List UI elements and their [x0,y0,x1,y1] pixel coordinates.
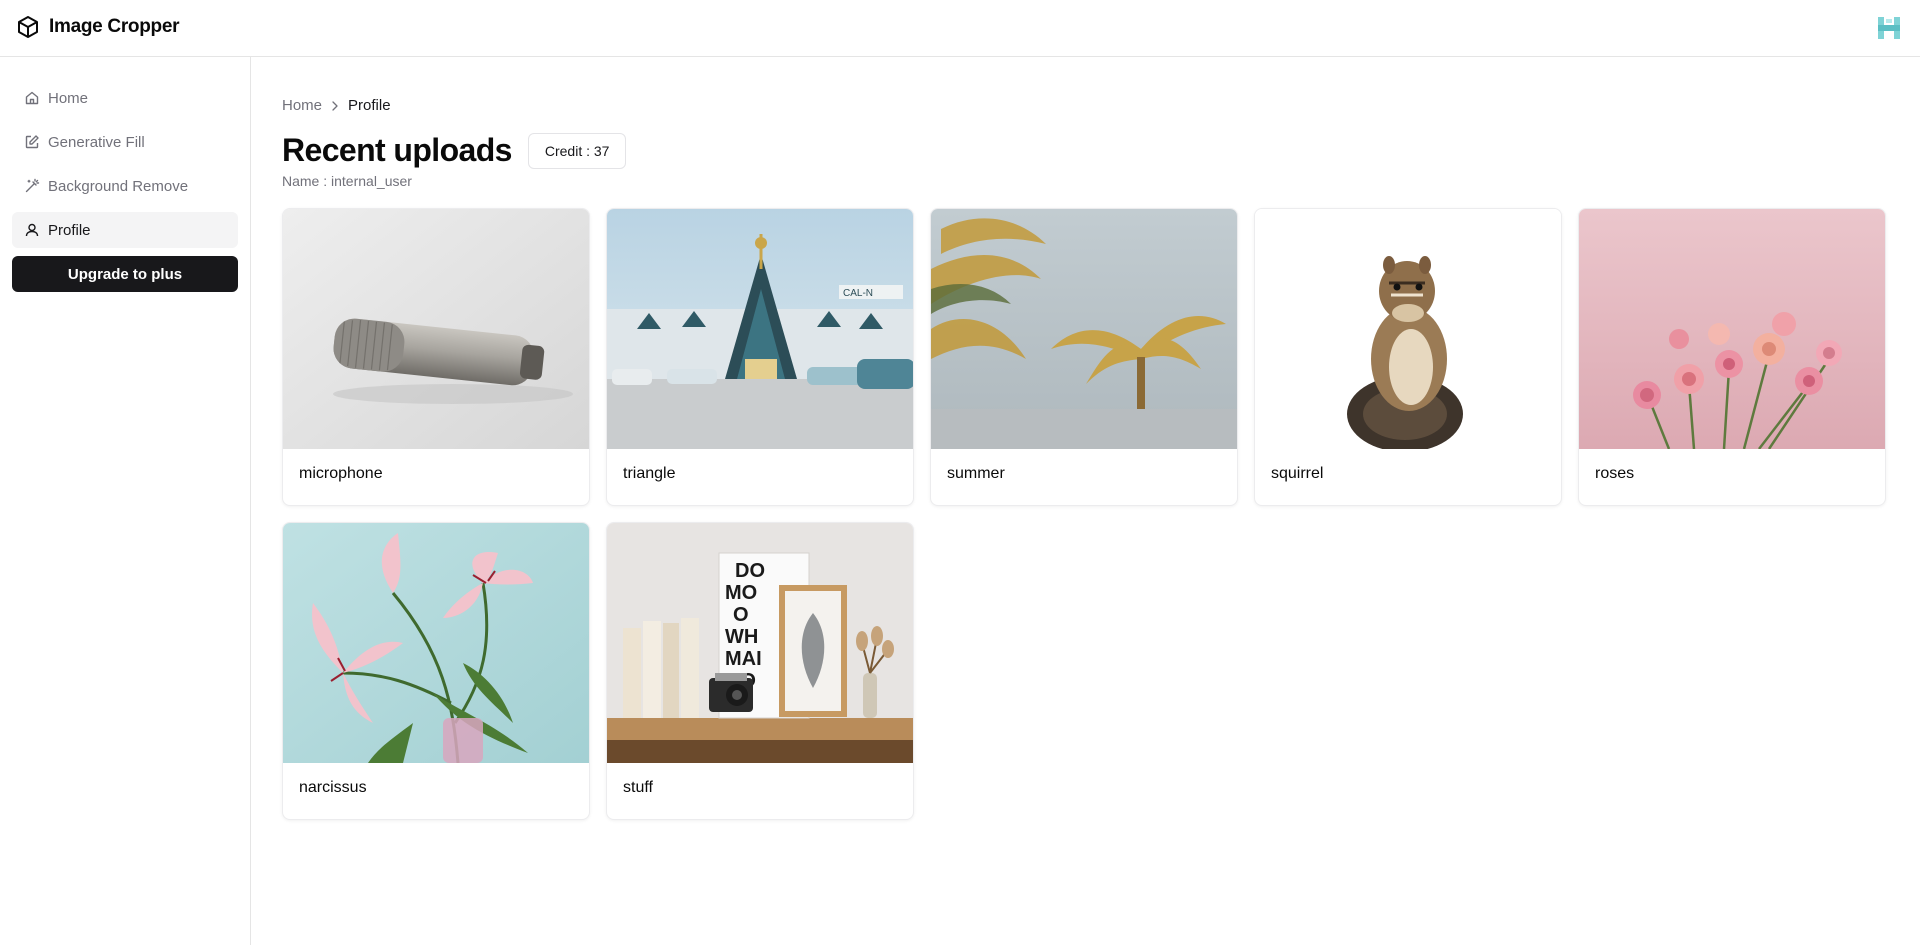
upload-thumbnail-stuff: DOMOOWHMAIYO [607,523,913,763]
upload-label: stuff [623,779,653,796]
svg-text:O: O [733,604,749,626]
upload-label: summer [947,465,1005,482]
sidebar-nav: Home Generative Fill Background Remove P… [12,80,238,292]
svg-text:MO: MO [725,582,757,604]
upload-card[interactable]: summer [930,208,1238,506]
upload-thumbnail-summer [931,209,1237,449]
page-title: Recent uploads [282,132,512,168]
breadcrumb-current: Profile [348,97,391,114]
sidebar-item-generative-fill[interactable]: Generative Fill [12,124,238,160]
wand-icon [24,178,40,194]
breadcrumb-home-link[interactable]: Home [282,97,322,114]
top-bar: Image Cropper [0,0,1920,57]
upload-card[interactable]: CAL-N triangle [606,208,914,506]
home-icon [24,90,40,106]
upload-thumbnail-microphone [283,209,589,449]
upload-label: microphone [299,465,383,482]
upload-card[interactable]: narcissus [282,522,590,820]
sidebar-item-background-remove[interactable]: Background Remove [12,168,238,204]
chevron-right-icon [328,99,342,113]
sidebar-item-label: Home [48,89,89,107]
svg-text:WH: WH [725,626,758,648]
user-icon [24,222,40,238]
svg-text:CAL-N: CAL-N [843,288,873,299]
upload-thumbnail-narcissus [283,523,589,763]
upload-label: roses [1595,465,1635,482]
svg-text:DO: DO [735,560,765,582]
user-avatar[interactable] [1874,13,1904,43]
edit-icon [24,134,40,150]
upgrade-button[interactable]: Upgrade to plus [12,256,238,292]
upload-thumbnail-squirrel [1255,209,1561,449]
sidebar: Home Generative Fill Background Remove P… [0,57,251,945]
upload-label: triangle [623,465,676,482]
upload-thumbnail-roses [1579,209,1885,449]
app-name: Image Cropper [49,16,180,37]
user-name-line: Name : internal_user [282,173,412,189]
sidebar-item-home[interactable]: Home [12,80,238,116]
upload-label: squirrel [1271,465,1324,482]
upload-card[interactable]: DOMOOWHMAIYO stuff [606,522,914,820]
sidebar-item-label: Profile [48,221,91,239]
box-logo-icon [16,15,40,39]
title-row: Recent uploads Credit : 37 [282,132,627,169]
sidebar-item-profile[interactable]: Profile [12,212,238,248]
upload-label: narcissus [299,779,367,796]
uploads-grid: microphone CAL-N triangle summer squirre… [282,208,1886,820]
upload-thumbnail-triangle: CAL-N [607,209,913,449]
upload-card[interactable]: microphone [282,208,590,506]
breadcrumb: Home Profile [282,97,391,114]
svg-text:MAI: MAI [725,648,762,670]
app-brand[interactable]: Image Cropper [16,15,179,39]
upload-card[interactable]: squirrel [1254,208,1562,506]
upload-card[interactable]: roses [1578,208,1886,506]
credit-badge: Credit : 37 [527,132,627,169]
sidebar-item-label: Background Remove [48,177,189,195]
sidebar-item-label: Generative Fill [48,133,145,151]
